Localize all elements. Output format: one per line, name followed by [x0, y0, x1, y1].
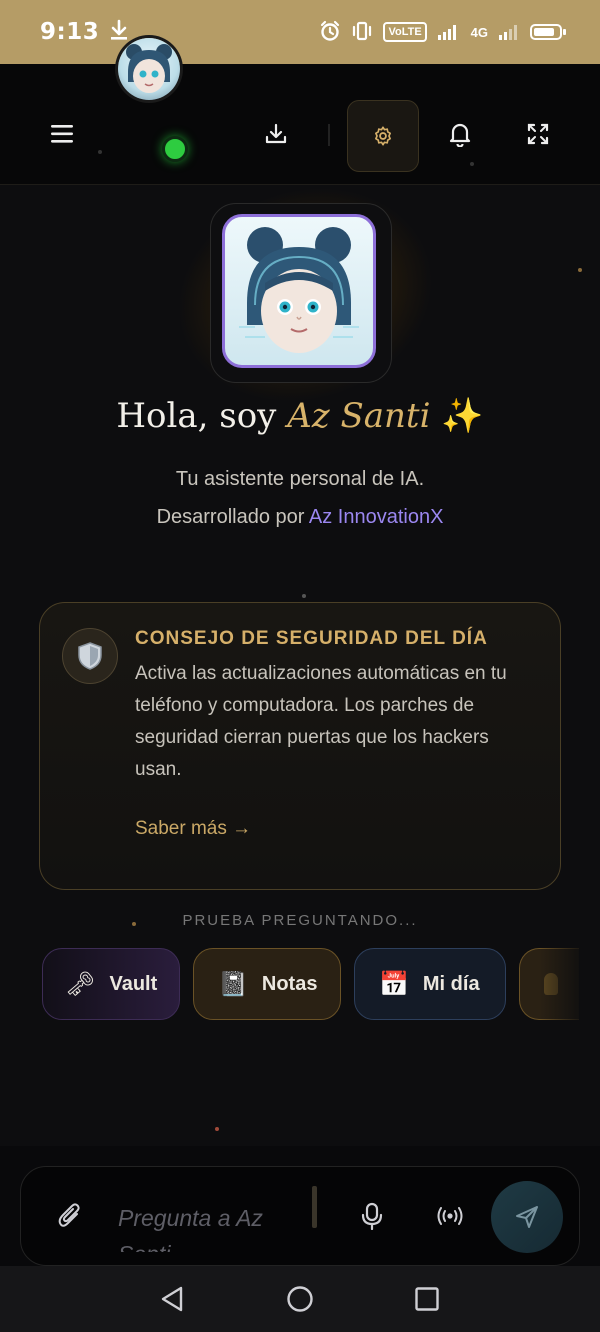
bell-icon — [449, 123, 471, 147]
home-button[interactable] — [270, 1266, 330, 1332]
decor-dot — [98, 150, 102, 154]
toolbar-divider — [328, 124, 330, 146]
decor-dot — [215, 1127, 219, 1131]
mic-icon — [361, 1202, 383, 1230]
broadcast-icon — [437, 1207, 463, 1225]
calendar-icon: 📅 — [379, 970, 409, 998]
decor-dot — [578, 268, 582, 272]
download-button[interactable] — [246, 104, 306, 164]
home-icon — [287, 1286, 313, 1312]
vibrate-icon — [351, 20, 373, 45]
chip-label: Notas — [261, 972, 318, 995]
chip-vault[interactable]: 🗝 Vault — [42, 948, 180, 1020]
status-time: 9:13 — [40, 19, 100, 45]
fullscreen-button[interactable] — [508, 104, 568, 164]
message-input[interactable]: Pregunta a Az Santi — [118, 1200, 298, 1252]
menu-button[interactable] — [32, 64, 92, 204]
subtitle: Tu asistente personal de IA. — [175, 468, 425, 490]
shield-icon — [62, 628, 118, 684]
alarm-icon — [319, 20, 341, 45]
chip-notas[interactable]: 📓 Notas — [193, 948, 341, 1020]
learn-more-link[interactable]: Saber más → — [135, 818, 251, 840]
developed-by-label: Desarrollado por — [156, 506, 309, 528]
live-voice-button[interactable] — [430, 1196, 470, 1236]
send-button[interactable] — [491, 1181, 563, 1253]
brand-link[interactable]: Az InnovationX — [309, 506, 444, 528]
signal-icon — [437, 21, 461, 44]
chip-mi-dia[interactable]: 📅 Mi día — [354, 948, 506, 1020]
back-button[interactable] — [142, 1266, 202, 1332]
menu-icon — [51, 125, 73, 143]
network-type: 4G — [470, 24, 488, 40]
suggestions-heading: PRUEBA PREGUNTANDO... — [182, 912, 418, 929]
battery-icon — [530, 24, 566, 40]
decor-dot — [302, 594, 306, 598]
paperclip-icon — [58, 1203, 80, 1227]
fullscreen-icon — [527, 123, 549, 145]
download-icon — [265, 123, 287, 144]
mic-button[interactable] — [354, 1196, 390, 1236]
download-status-icon — [109, 19, 129, 46]
text-caret — [312, 1186, 317, 1228]
back-icon — [161, 1286, 183, 1312]
chips-fade — [540, 944, 600, 1024]
notebook-icon: 📓 — [218, 970, 248, 998]
assistant-logo — [222, 214, 376, 368]
attach-button[interactable] — [50, 1196, 90, 1236]
tip-body: Activa las actualizaciones automáticas e… — [135, 663, 507, 780]
signal-icon-2 — [498, 21, 520, 44]
notifications-button[interactable] — [430, 104, 490, 164]
online-status-dot — [162, 136, 188, 162]
sparkle-icon: ✨ — [441, 396, 484, 436]
status-bar: 9:13 VoLTE 4G — [0, 0, 600, 64]
greeting-heading: Hola, soy Az Santi ✨ — [0, 396, 600, 436]
chip-label: Mi día — [422, 972, 480, 995]
assistant-name: Az Santi — [287, 396, 431, 436]
send-icon — [516, 1206, 538, 1228]
volte-badge: VoLTE — [383, 22, 427, 42]
settings-button[interactable] — [347, 100, 419, 172]
chip-label: Vault — [109, 972, 158, 995]
tip-title: CONSEJO DE SEGURIDAD DEL DÍA — [135, 628, 488, 649]
greeting-text: Hola, soy — [116, 396, 288, 436]
avatar[interactable] — [118, 38, 180, 100]
key-icon: 🗝 — [65, 970, 96, 998]
decor-dot — [470, 162, 474, 166]
recents-icon — [415, 1287, 439, 1311]
recents-button[interactable] — [397, 1266, 457, 1332]
settings-gear-icon — [375, 126, 391, 146]
developer-credit: Desarrollado por Az InnovationX — [0, 506, 600, 529]
